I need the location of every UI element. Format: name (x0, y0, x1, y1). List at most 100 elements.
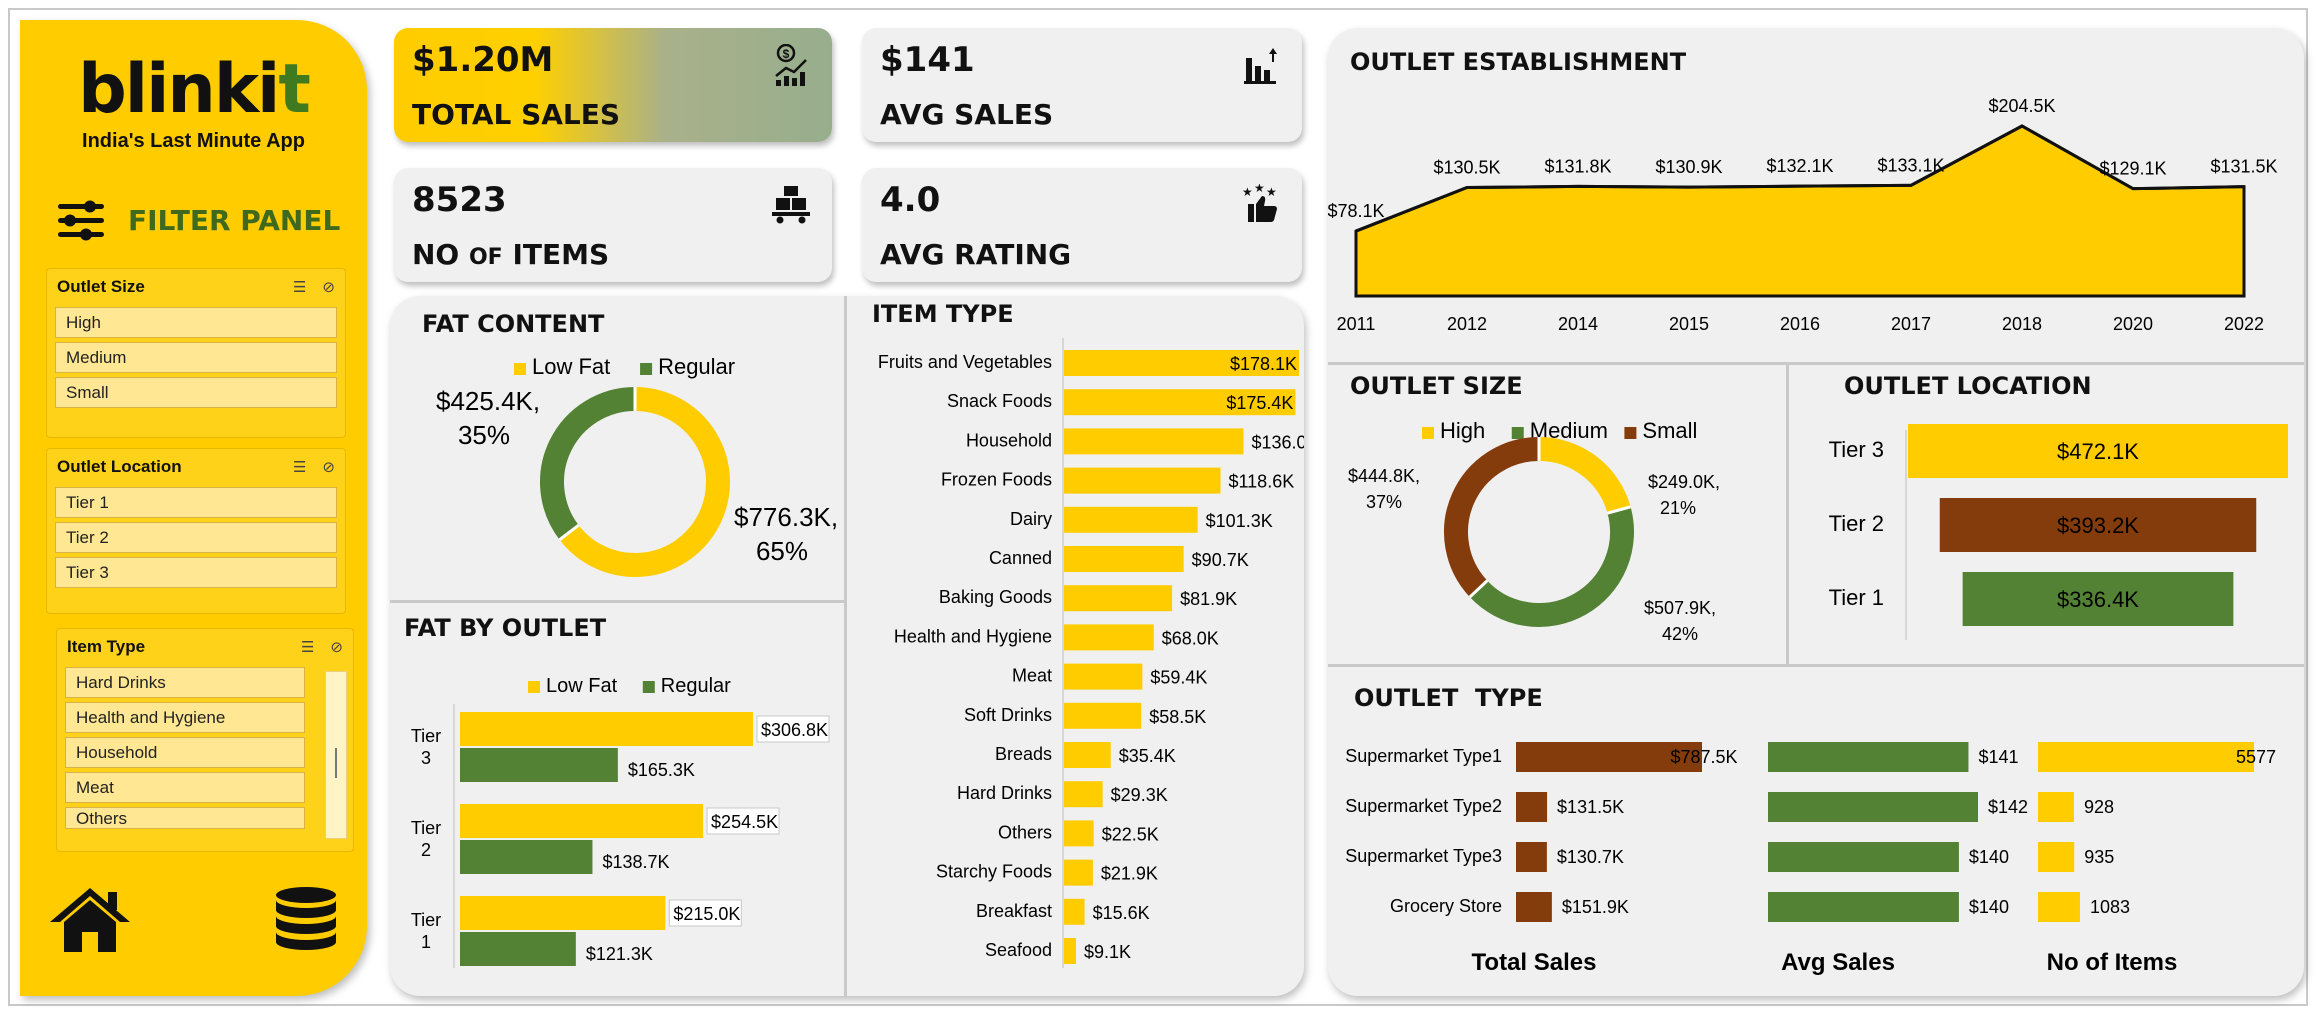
outlet-size-data-label: 21% (1660, 498, 1696, 518)
outlet-establishment-tick-label: 2012 (1447, 314, 1487, 334)
item-type-data-label: $29.3K (1111, 785, 1168, 805)
bar-chart-up-icon (1244, 48, 1277, 84)
slicer-item[interactable]: Medium (55, 342, 337, 373)
item-type-bar (1064, 428, 1244, 455)
svg-text:★: ★ (1242, 185, 1253, 199)
outlet-establishment-data-label: $131.5K (2210, 157, 2277, 177)
slicer-item[interactable]: Tier 1 (55, 487, 337, 518)
item-type-tick-label: Breads (995, 744, 1052, 764)
outlet-location-data-label: $472.1K (2057, 439, 2139, 464)
multi-select-icon[interactable]: ☰ (301, 638, 314, 656)
item-type-bar (1064, 938, 1077, 964)
item-type-bar (1064, 624, 1154, 651)
outlet-establishment-data-label: $132.1K (1766, 156, 1833, 176)
fat-by-outlet-bar (460, 932, 576, 966)
outlet-type-data-label: $140 (1969, 847, 2009, 867)
outlet-type-tick-label: Supermarket Type1 (1345, 746, 1502, 766)
outlet-size-data-label: 42% (1662, 624, 1698, 644)
slicer-item-type: Item Type ☰ ⊘ Hard Drinks Health and Hygi… (56, 628, 354, 852)
item-type-tick-label: Fruits and Vegetables (878, 352, 1052, 372)
outlet-location-tick-label: Tier 2 (1829, 511, 1884, 536)
item-type-tick-label: Frozen Foods (941, 470, 1052, 490)
outlet-establishment-data-label: $130.5K (1433, 158, 1500, 178)
slicer-scrollbar[interactable] (325, 671, 347, 839)
item-type-data-label: $59.4K (1150, 668, 1207, 688)
outlet-type-data-label: 935 (2084, 847, 2114, 867)
outlet-establishment-data-label: $204.5K (1988, 96, 2055, 116)
outlet-establishment-data-label: $133.1K (1877, 155, 1944, 175)
middle-charts-panel: FAT CONTENT FAT BY OUTLET ITEM TYPE Low … (390, 296, 1304, 996)
outlet-type-bar (1516, 892, 1552, 922)
home-icon[interactable] (48, 886, 132, 954)
item-type-data-label: $15.6K (1093, 903, 1150, 923)
item-type-data-label: $90.7K (1192, 550, 1249, 570)
fat-content-data-label: $425.4K, (436, 386, 540, 416)
outlet-type-data-label: $131.5K (1557, 797, 1624, 817)
item-type-tick-label: Snack Foods (947, 391, 1052, 411)
outlet-size-legend-swatch (1511, 427, 1524, 439)
multi-select-icon[interactable]: ☰ (293, 278, 306, 296)
outlet-type-data-label: $141 (1978, 747, 2018, 767)
item-type-tick-label: Hard Drinks (957, 783, 1052, 803)
slicer-item[interactable]: Meat (65, 772, 305, 803)
kpi-label: TOTAL SALES (412, 98, 621, 131)
item-type-tick-label: Seafood (985, 940, 1052, 960)
outlet-type-column-header: No of Items (2047, 949, 2178, 976)
fat-content-legend-swatch (514, 363, 526, 375)
outlet-size-data-label: $507.9K, (1644, 598, 1716, 618)
svg-text:★: ★ (1254, 184, 1265, 195)
slicer-item[interactable]: Household (65, 737, 305, 768)
outlet-size-legend-swatch (1422, 427, 1434, 439)
outlet-type-bar (1768, 842, 1959, 872)
outlet-type-column-header: Total Sales (1472, 949, 1597, 976)
fat-by-outlet-tick-label: 2 (421, 840, 431, 860)
right-charts-svg: $78.1K 2011 $130.5K 2012 $131.8K 2014 $130.9K 2… (1328, 96, 2288, 976)
slicer-item[interactable]: High (55, 307, 337, 338)
outlet-type-data-label: 5577 (2236, 747, 2276, 767)
outlet-type-bar (1516, 842, 1547, 872)
item-type-bar (1064, 467, 1221, 494)
outlet-type-tick-label: Supermarket Type3 (1345, 846, 1502, 866)
fat-by-outlet-legend-swatch (642, 681, 655, 693)
fat-by-outlet-tick-label: Tier (411, 726, 441, 746)
slicer-item[interactable]: Tier 2 (55, 522, 337, 553)
slicer-outlet-location: Outlet Location ☰ ⊘ Tier 1 Tier 2 Tier 3 (46, 448, 346, 614)
outlet-size-legend-label: High (1440, 418, 1485, 443)
outlet-type-bar (1768, 892, 1959, 922)
clear-filter-icon[interactable]: ⊘ (322, 458, 335, 476)
fat-by-outlet-legend-swatch (528, 681, 540, 693)
fat-by-outlet-data-label: $138.7K (602, 852, 669, 872)
multi-select-icon[interactable]: ☰ (293, 458, 306, 476)
thumbs-up-stars-icon: ★ ★ ★ (1242, 184, 1277, 222)
outlet-type-tick-label: Grocery Store (1390, 896, 1502, 916)
item-type-data-label: $118.6K (1228, 472, 1294, 492)
outlet-establishment-tick-label: 2011 (1337, 314, 1376, 334)
item-type-data-label: $81.9K (1180, 589, 1237, 609)
item-type-data-label: $9.1K (1084, 942, 1131, 962)
kpi-value: $141 (880, 40, 975, 80)
outlet-establishment-tick-label: 2017 (1891, 314, 1931, 334)
kpi-label: NO OF ITEMS (412, 238, 610, 271)
item-type-tick-label: Dairy (1010, 509, 1052, 529)
fat-by-outlet-tick-label: 1 (421, 932, 431, 952)
slicer-title: Outlet Location (57, 457, 182, 476)
slicer-item[interactable]: Others (65, 807, 305, 829)
slicer-item[interactable]: Hard Drinks (65, 667, 305, 698)
clear-filter-icon[interactable]: ⊘ (330, 638, 343, 656)
outlet-location-data-label: $336.4K (2057, 587, 2139, 612)
outlet-type-bar (2038, 792, 2074, 822)
kpi-value: $1.20M (412, 40, 554, 80)
outlet-type-bar (2038, 742, 2254, 772)
item-type-tick-label: Canned (989, 548, 1052, 568)
slicer-item[interactable]: Health and Hygiene (65, 702, 305, 733)
item-type-data-label: $21.9K (1101, 864, 1158, 884)
outlet-establishment-area (1354, 124, 2246, 298)
fat-by-outlet-data-label: $165.3K (628, 760, 695, 780)
outlet-size-data-label: $444.8K, (1348, 466, 1420, 486)
database-icon[interactable] (274, 886, 338, 954)
outlet-type-data-label: $787.5K (1670, 747, 1737, 767)
slicer-item[interactable]: Tier 3 (55, 557, 337, 588)
slicer-item[interactable]: Small (55, 377, 337, 408)
clear-filter-icon[interactable]: ⊘ (322, 278, 335, 296)
item-type-data-label: $178.1K (1230, 354, 1297, 374)
